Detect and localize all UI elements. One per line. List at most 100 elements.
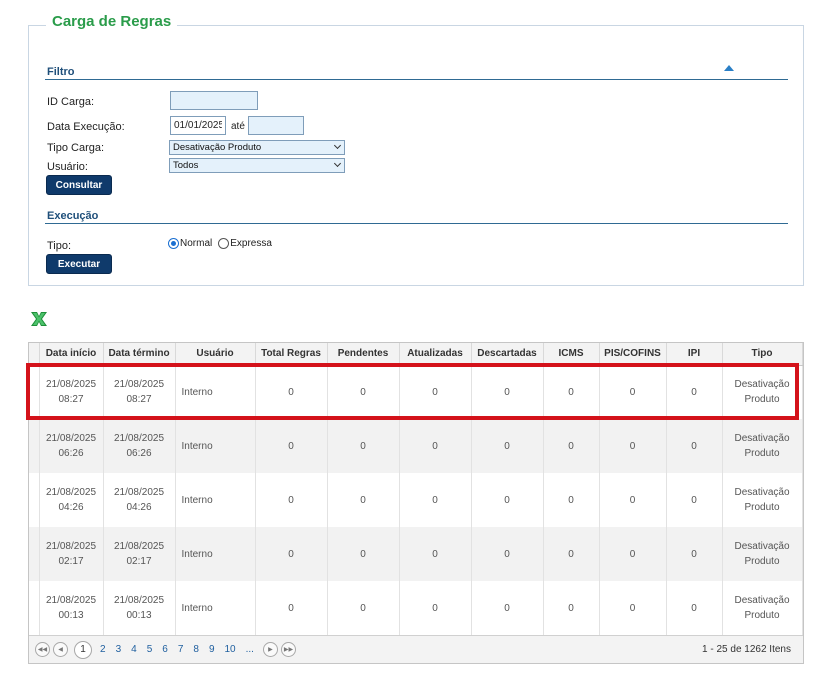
results-grid: Data início Data término Usuário Total R… [28, 342, 804, 664]
cell-end: 21/08/2025 04:26 [103, 473, 176, 527]
cell-start-text: 08:27 [58, 394, 84, 406]
cell-pis-text: 0 [629, 548, 636, 560]
cell-user: Interno [175, 419, 256, 473]
cell-type-text: Desativação [734, 379, 790, 391]
cell-end: 21/08/2025 08:27 [103, 365, 176, 419]
page-title: Carga de Regras [46, 13, 178, 30]
page-link[interactable]: 8 [193, 644, 199, 655]
id-carga-input[interactable] [170, 91, 258, 110]
column-header-pis-cofins[interactable]: PIS/COFINS [599, 343, 667, 366]
excel-icon[interactable] [29, 309, 49, 329]
table-row[interactable]: 21/08/2025 04:26 21/08/2025 04:26 Interno 0 0 0… [29, 473, 803, 527]
cell-type-text: Desativação [734, 595, 790, 606]
cell-end-text: 04:26 [126, 502, 152, 513]
page-link[interactable]: 7 [178, 644, 184, 655]
executar-button[interactable]: Executar [46, 254, 112, 274]
column-header-data-inicio[interactable]: Data início [39, 343, 104, 366]
cell-type: Desativação Produto [722, 581, 803, 635]
page-link[interactable]: 10 [225, 644, 236, 655]
cell-end-text: 21/08/2025 [113, 379, 165, 391]
cell-total: 0 [255, 581, 328, 635]
cell-discarded-text: 0 [504, 548, 510, 560]
cell-user: Interno [175, 527, 256, 581]
cell-end: 21/08/2025 06:26 [103, 419, 176, 473]
date-to-input[interactable] [248, 116, 304, 135]
cell-type: Desativação Produto [722, 419, 803, 473]
cell-end-text: 06:26 [126, 448, 152, 459]
page-link[interactable]: ... [246, 644, 254, 655]
cell-start-text: 06:26 [58, 448, 84, 459]
usuario-value: Todos [173, 160, 199, 171]
cell-icms-text: 0 [568, 494, 574, 506]
cell-icms: 0 [543, 365, 600, 419]
page-link[interactable]: 3 [116, 644, 122, 655]
cell-user-text: Interno [181, 440, 213, 452]
last-page-icon[interactable]: ▶▶ [280, 642, 296, 657]
cell-discarded-text: 0 [504, 494, 510, 506]
cell-icms-text: 0 [568, 602, 574, 614]
cell-user: Interno [175, 581, 256, 635]
cell-end-text: 21/08/2025 [113, 595, 165, 606]
row-cell-hidden [29, 365, 40, 419]
cell-pis-text: 0 [629, 386, 636, 398]
cell-updated-text: 0 [432, 548, 438, 560]
tipo-carga-value: Desativação Produto [173, 142, 262, 153]
consultar-button[interactable]: Consultar [46, 175, 112, 195]
column-header-pendentes[interactable]: Pendentes [327, 343, 400, 366]
cell-pis: 0 [599, 527, 667, 581]
column-header-ipi[interactable]: IPI [666, 343, 723, 366]
cell-start-text: 00:13 [58, 610, 84, 621]
radio-expressa[interactable] [218, 238, 230, 249]
cell-start-text: 02:17 [58, 556, 84, 567]
chevron-down-icon [333, 141, 342, 150]
next-page-icon[interactable]: ▶ [262, 642, 278, 657]
cell-total: 0 [255, 365, 328, 419]
column-header-descartadas[interactable]: Descartadas [471, 343, 544, 366]
page-link[interactable]: 6 [162, 644, 168, 655]
usuario-select[interactable]: Todos [169, 158, 345, 173]
table-row[interactable]: 21/08/2025 02:17 21/08/2025 02:17 Interno 0 0 0… [29, 527, 803, 581]
column-header-total-regras[interactable]: Total Regras [255, 343, 328, 366]
table-row[interactable]: 21/08/2025 06:26 21/08/2025 06:26 Interno 0 0 0… [29, 419, 803, 473]
cell-ipi-text: 0 [691, 386, 697, 398]
cell-end-text: 21/08/2025 [113, 487, 165, 498]
column-header-data-termino[interactable]: Data término [103, 343, 176, 366]
column-header-atualizadas[interactable]: Atualizadas [399, 343, 472, 366]
execution-section-title: Execução [47, 210, 99, 222]
cell-pending-text: 0 [360, 440, 366, 452]
radio-normal[interactable] [168, 238, 179, 249]
page-link[interactable]: 9 [209, 644, 215, 655]
cell-icms: 0 [543, 581, 600, 635]
cell-updated-text: 0 [432, 440, 438, 452]
column-header-usuario[interactable]: Usuário [175, 343, 256, 366]
table-row[interactable]: 21/08/2025 00:13 21/08/2025 00:13 Interno 0 0 0… [29, 581, 803, 635]
filter-panel [28, 25, 804, 286]
cell-pending: 0 [327, 581, 400, 635]
cell-discarded: 0 [471, 473, 544, 527]
table-row[interactable]: 21/08/2025 08:27 21/08/2025 08:27 Interno 0 0 0… [29, 365, 803, 419]
page-link[interactable]: 1 [74, 640, 92, 659]
date-separator: até [231, 121, 245, 132]
filter-section-title: Filtro [47, 66, 75, 78]
first-page-icon[interactable]: ◀◀ [35, 642, 50, 657]
column-header-tipo[interactable]: Tipo [722, 343, 803, 366]
tipo-carga-select[interactable]: Desativação Produto [169, 140, 345, 155]
cell-ipi-text: 0 [691, 548, 697, 560]
collapse-up-icon[interactable] [724, 65, 734, 71]
data-execucao-label: Data Execução: [47, 121, 125, 133]
cell-updated: 0 [399, 581, 472, 635]
page-link[interactable]: 4 [131, 644, 137, 655]
date-from-input[interactable] [170, 116, 226, 135]
cell-total: 0 [255, 473, 328, 527]
cell-user: Interno [175, 365, 256, 419]
cell-discarded: 0 [471, 419, 544, 473]
column-header-icms[interactable]: ICMS [543, 343, 600, 366]
page-link[interactable]: 2 [100, 644, 106, 655]
page-link[interactable]: 5 [147, 644, 153, 655]
cell-ipi-text: 0 [691, 494, 697, 506]
cell-discarded: 0 [471, 581, 544, 635]
prev-page-icon[interactable]: ◀ [53, 642, 68, 657]
cell-ipi-text: 0 [691, 440, 697, 452]
cell-discarded: 0 [471, 365, 544, 419]
cell-pending-text: 0 [360, 548, 366, 560]
